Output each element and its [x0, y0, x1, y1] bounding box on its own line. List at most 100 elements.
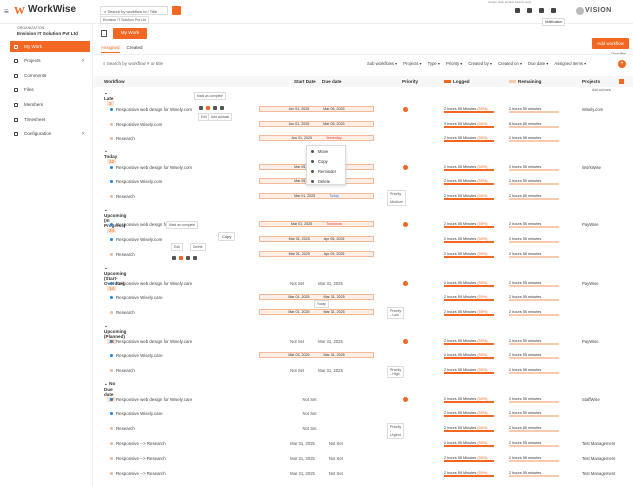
project-name[interactable]: Test Management: [582, 441, 615, 446]
workflow-name[interactable]: Responsive --> Research: [116, 441, 166, 446]
project-name[interactable]: PayWise: [582, 222, 599, 227]
apps-icon[interactable]: [551, 8, 556, 13]
section-late[interactable]: ⌄ Late3: [104, 90, 114, 106]
table-row[interactable]: Research Jun 01, 2025 Yesterday 2 hours 55 …: [94, 134, 633, 144]
date-range[interactable]: Jun 01, 2025 Yesterday: [259, 135, 374, 141]
workflow-name[interactable]: Research: [116, 136, 135, 141]
menu-item-copy[interactable]: Copy: [307, 156, 345, 166]
global-search-input[interactable]: ⌕ Search by workflow Id / Title: [100, 6, 168, 15]
top-mini-links[interactable]: Assign Task Details Search Help: [488, 0, 531, 4]
table-row[interactable]: Responsive Wisely.care Not Set 2 hours 55 …: [94, 409, 633, 419]
my-work-button[interactable]: My Work: [113, 28, 147, 39]
date-range[interactable]: Not Set Mar 31, 2025: [259, 280, 374, 286]
project-name[interactable]: Test Management: [582, 456, 615, 461]
chat-icon[interactable]: [527, 8, 532, 13]
sidebar-item-projects[interactable]: Projects ›: [10, 55, 90, 66]
date-range[interactable]: Mar 31, 2025 Not Set: [259, 470, 374, 476]
date-range[interactable]: Not Set Mar 31, 2025: [259, 367, 374, 373]
copy-button[interactable]: Copy: [218, 232, 236, 241]
table-row[interactable]: Responsive web design for Wisely.care Not…: [94, 395, 633, 405]
sidebar-item-comments[interactable]: Comments: [10, 70, 90, 81]
sidebar-item-my-work[interactable]: My Work: [10, 41, 90, 52]
menu-item-reminder[interactable]: Reminder: [307, 166, 345, 176]
table-row[interactable]: Responsive Wisely.com Jun 01, 2025 Mar 05,…: [94, 120, 633, 130]
filter-due-date[interactable]: Due date ▾: [528, 61, 548, 66]
project-name[interactable]: Test Management: [582, 471, 615, 476]
date-range[interactable]: Mar 01, 2025 Apr 05, 2025: [259, 251, 374, 257]
section-today[interactable]: ⌄ Today12: [104, 148, 117, 164]
date-range[interactable]: Mar 31, 2025 Not Set: [259, 440, 374, 446]
workflow-name[interactable]: Responsive Wisely.com: [116, 237, 162, 242]
workflow-name[interactable]: Responsive --> Research: [116, 471, 166, 476]
add-filter-button[interactable]: +: [618, 60, 626, 68]
priority-icon[interactable]: [403, 222, 408, 227]
project-name[interactable]: WorkWise: [582, 165, 601, 170]
menu-item-delete[interactable]: Delete: [307, 176, 345, 186]
table-row[interactable]: Research Mar 01, 2025 Today 2 hours 55 Minu…: [94, 192, 633, 202]
project-name[interactable]: Wisely.com: [582, 107, 603, 112]
table-row[interactable]: Research Mar 01, 2025 Mar 31, 2025 2 hours …: [94, 308, 633, 318]
table-row[interactable]: Responsive web design for Wisely.care Not…: [94, 337, 633, 347]
priority-icon[interactable]: [403, 397, 408, 402]
workflow-name[interactable]: Responsive web design for Wisely.care: [116, 281, 192, 286]
date-range[interactable]: Jun 01, 2025 Mar 05, 2025: [259, 106, 374, 112]
workflow-name[interactable]: Responsive Wisely.com: [116, 122, 162, 127]
table-row[interactable]: Responsive Wisely.care Mar 01, 2025 Mar 31…: [94, 293, 633, 303]
table-row[interactable]: Responsive web design for Wisely.com Jun …: [94, 105, 633, 115]
date-range[interactable]: Not Set: [259, 410, 374, 416]
sidebar-item-timesheet[interactable]: Timesheet: [10, 114, 90, 125]
date-range[interactable]: Not Set Mar 31, 2025: [259, 338, 374, 344]
workflow-name[interactable]: Research: [116, 368, 135, 373]
workflow-name[interactable]: Research: [116, 310, 135, 315]
table-row[interactable]: Research Not Set 2 hours 55 Minutes (55%) 2…: [94, 424, 633, 434]
col-logged[interactable]: Logged: [444, 79, 470, 84]
table-row[interactable]: Responsive Wisely.care Mar 03, 2025 Mar 31…: [94, 351, 633, 361]
filter-type[interactable]: Type ▾: [428, 61, 440, 66]
date-range[interactable]: Mar 03, 2025 Mar 31, 2025: [259, 352, 374, 358]
priority-icon[interactable]: [403, 165, 408, 170]
avatar[interactable]: [576, 7, 584, 15]
priority-icon[interactable]: [403, 339, 408, 344]
project-name[interactable]: PayWise: [582, 281, 599, 286]
priority-icon[interactable]: [403, 107, 408, 112]
org-switch-hint[interactable]: Envision IT Solution Pvt Ltd: [100, 16, 149, 24]
col-workflow[interactable]: Workflow: [104, 79, 125, 84]
workflow-name[interactable]: Research: [116, 426, 135, 431]
more-icon[interactable]: [220, 106, 224, 110]
workflow-name[interactable]: Responsive Wisely.care: [116, 353, 163, 358]
date-range[interactable]: Mar 01, 2025 Today: [259, 193, 374, 199]
workflow-name[interactable]: Responsive web design for Wisely.care: [116, 339, 192, 344]
bell-icon[interactable]: [539, 8, 544, 13]
more-icon[interactable]: [193, 256, 197, 260]
sidebar-item-configuration[interactable]: Configuration ›: [10, 128, 90, 139]
check-icon[interactable]: [179, 256, 183, 260]
project-name[interactable]: StaffWise: [582, 397, 600, 402]
project-name[interactable]: PayWise: [582, 339, 599, 344]
date-range[interactable]: Not Set: [259, 396, 374, 402]
workflow-name[interactable]: Responsive web design for Wisely.com: [116, 107, 192, 112]
hamburger-icon[interactable]: ≡: [4, 7, 9, 16]
edit-icon[interactable]: [172, 256, 176, 260]
col-priority[interactable]: Priority: [402, 79, 418, 84]
filter-projects[interactable]: Projects ▾: [403, 61, 421, 66]
workflow-name[interactable]: Responsive Wisely.care: [116, 295, 163, 300]
table-row[interactable]: Responsive Wisely.comMar 05, 2025Today2 …: [94, 177, 633, 187]
table-row[interactable]: Responsive --> Research Mar 31, 2025 Not S…: [94, 469, 633, 479]
col-projects[interactable]: Projects: [582, 79, 600, 84]
filter-priority[interactable]: Priority ▾: [446, 61, 462, 66]
date-range[interactable]: Not Set: [259, 425, 374, 431]
workflow-search-input[interactable]: ⌕ Search by workflow # or title: [103, 61, 163, 66]
workflow-name[interactable]: Responsive web design for Wisely.com: [116, 165, 192, 170]
table-row[interactable]: Responsive --> Research Mar 31, 2025 Not S…: [94, 439, 633, 449]
search-button[interactable]: [172, 6, 181, 15]
priority-icon[interactable]: [403, 281, 408, 286]
date-range[interactable]: Jun 01, 2025 Mar 05, 2025: [259, 121, 374, 127]
table-row[interactable]: Research Not Set Mar 31, 2025 2 hours 55 Mi…: [94, 366, 633, 376]
add-column-icon[interactable]: [619, 79, 624, 84]
add-workflow-button[interactable]: Add workflow: [592, 38, 629, 49]
filter-assigned-items[interactable]: Assigned Items ▾: [554, 61, 586, 66]
check-icon[interactable]: [206, 106, 210, 110]
filter-created-on[interactable]: Created on ▾: [498, 61, 522, 66]
org-name[interactable]: Envision IT Solution Pvt Ltd: [17, 31, 78, 36]
workflow-name[interactable]: Responsive Wisely.care: [116, 411, 163, 416]
